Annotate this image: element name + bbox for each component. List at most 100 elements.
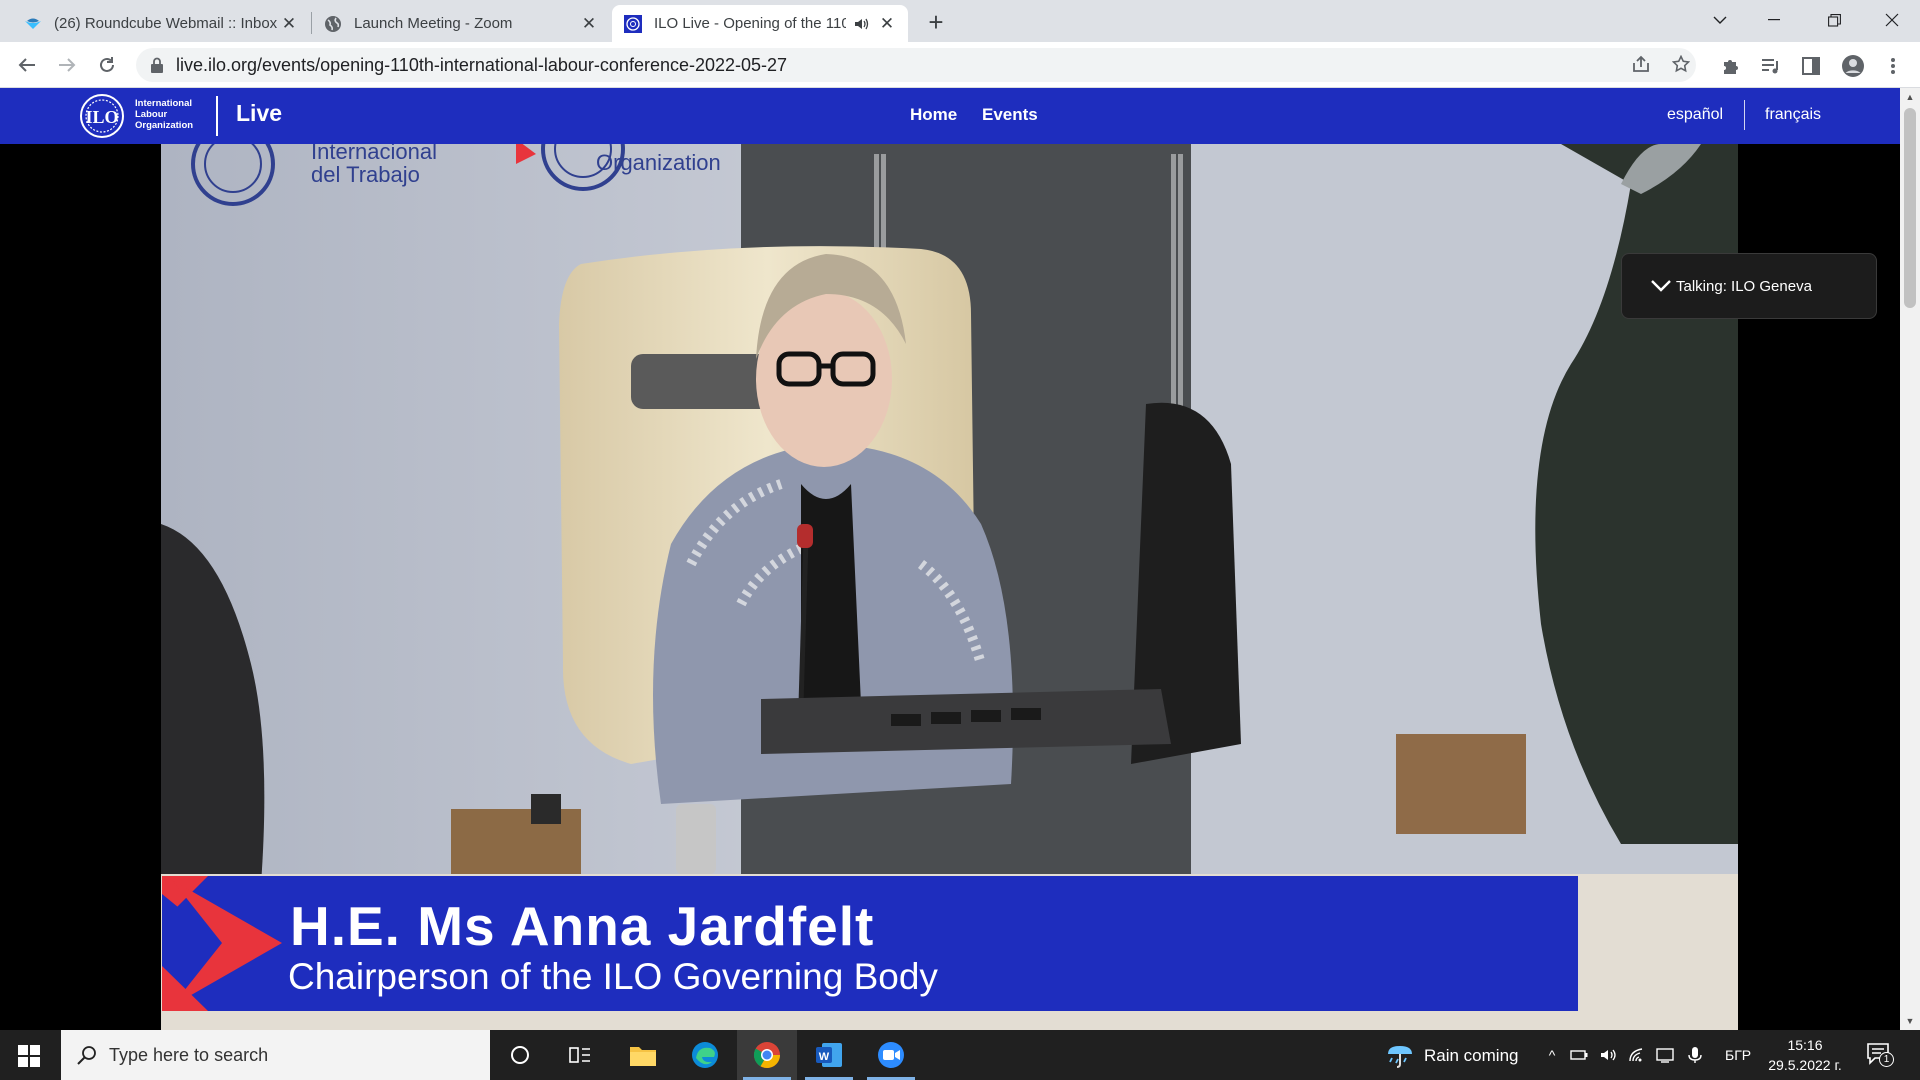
tab-title: (26) Roundcube Webmail :: Inbox	[54, 15, 278, 32]
notification-badge: 1	[1879, 1052, 1894, 1067]
media-control-button[interactable]	[1758, 54, 1784, 78]
edge-icon	[692, 1042, 718, 1068]
puzzle-icon	[1724, 60, 1738, 74]
system-clock[interactable]: 15:16 29.5.2022 г.	[1755, 1035, 1855, 1075]
site-header: ILO International Labour Organization Li…	[0, 88, 1900, 144]
speaker-role: Chairperson of the ILO Governing Body	[288, 956, 938, 997]
search-icon	[77, 1046, 96, 1065]
share-button[interactable]	[1626, 49, 1656, 79]
tab-title: ILO Live - Opening of the 110th Internat…	[654, 15, 846, 32]
backdrop-text-2: del Trabajo	[311, 162, 420, 187]
wifi-icon[interactable]	[1628, 1046, 1646, 1064]
lang-espanol[interactable]: español	[1667, 106, 1723, 124]
arrow-right-icon	[59, 58, 76, 72]
search-placeholder: Type here to search	[109, 1044, 269, 1065]
brand-live[interactable]: Live	[236, 100, 282, 127]
svg-text:ILO: ILO	[85, 107, 118, 127]
browser-toolbar: live.ilo.org/events/opening-110th-intern…	[0, 42, 1920, 88]
lang-divider	[1744, 100, 1745, 130]
new-tab-button[interactable]: +	[922, 7, 950, 37]
talking-indicator[interactable]: Talking: ILO Geneva	[1621, 253, 1877, 319]
chevron-down-icon	[1713, 16, 1727, 24]
ilo-logo[interactable]: ILO	[76, 93, 128, 139]
minimize-button[interactable]	[1746, 0, 1802, 40]
roundcube-icon	[25, 18, 41, 29]
input-language[interactable]: БГР	[1725, 1047, 1751, 1063]
chrome-button[interactable]	[737, 1030, 797, 1080]
url-text: live.ilo.org/events/opening-110th-intern…	[176, 54, 788, 75]
profile-button[interactable]	[1840, 54, 1866, 78]
header-divider	[216, 96, 218, 136]
scrollbar-thumb[interactable]	[1904, 108, 1916, 308]
side-panel-button[interactable]	[1798, 54, 1824, 78]
speaker-name: H.E. Ms Anna Jardfelt	[290, 895, 875, 957]
chevron-up-icon[interactable]: ^	[1543, 1046, 1561, 1064]
word-button[interactable]: W	[799, 1030, 859, 1080]
notifications-button[interactable]: 1	[1866, 1042, 1896, 1070]
taskbar-search[interactable]: Type here to search	[61, 1030, 490, 1080]
chrome-icon	[753, 1042, 781, 1069]
close-icon[interactable]: ✕	[580, 14, 598, 33]
edge-button[interactable]	[675, 1030, 735, 1080]
nav-home[interactable]: Home	[910, 105, 957, 125]
zoom-button[interactable]	[861, 1030, 921, 1080]
ilo-favicon	[624, 14, 642, 33]
volume-icon[interactable]	[1600, 1046, 1618, 1064]
media-queue-icon	[1762, 59, 1778, 74]
word-icon: W	[816, 1043, 842, 1067]
reload-icon	[100, 57, 114, 72]
tab-ilo-live[interactable]: ILO Live - Opening of the 110th Internat…	[612, 5, 908, 42]
arrow-left-icon	[18, 58, 35, 72]
minimize-icon	[1768, 19, 1780, 21]
address-bar[interactable]: live.ilo.org/events/opening-110th-intern…	[136, 48, 1696, 82]
scroll-down-icon[interactable]: ▼	[1900, 1012, 1920, 1030]
extensions-button[interactable]	[1718, 54, 1744, 78]
star-icon	[1672, 55, 1690, 73]
zoom-icon	[878, 1042, 904, 1068]
scroll-up-icon[interactable]: ▲	[1900, 88, 1920, 106]
kebab-menu-icon	[1891, 58, 1895, 74]
back-button[interactable]	[12, 50, 42, 80]
weather-rain-icon[interactable]	[1384, 1042, 1416, 1068]
close-icon[interactable]: ✕	[280, 14, 298, 33]
globe-icon	[325, 15, 341, 32]
restore-button[interactable]	[1806, 0, 1862, 40]
microphone-icon[interactable]	[1686, 1046, 1704, 1064]
avatar-icon	[1842, 55, 1864, 77]
side-panel-icon	[1802, 57, 1820, 75]
chevron-down-icon	[1651, 280, 1671, 292]
task-view-button[interactable]	[550, 1030, 610, 1080]
nav-events[interactable]: Events	[982, 105, 1038, 125]
backdrop-text-1: Internacional	[311, 144, 437, 164]
tab-search-button[interactable]	[1692, 0, 1748, 40]
clock-time: 15:16	[1787, 1037, 1823, 1053]
bookmark-button[interactable]	[1666, 49, 1696, 79]
lang-francais[interactable]: français	[1765, 106, 1821, 124]
speaker-lower-third: H.E. Ms Anna Jardfelt Chairperson of the…	[162, 876, 1578, 1011]
backdrop-text-3: Organization	[596, 150, 721, 175]
cortana-icon	[511, 1046, 529, 1064]
clock-date: 29.5.2022 г.	[1768, 1057, 1842, 1073]
page-scrollbar[interactable]: ▲ ▼	[1900, 88, 1920, 1030]
talking-text: Talking: ILO Geneva	[1676, 277, 1812, 295]
reload-button[interactable]	[92, 50, 122, 80]
speaker-icon[interactable]	[854, 17, 870, 31]
battery-icon[interactable]	[1570, 1046, 1588, 1064]
weather-text[interactable]: Rain coming	[1424, 1046, 1519, 1066]
restore-icon	[1827, 13, 1841, 27]
windows-start-icon[interactable]	[18, 1045, 40, 1067]
forward-button[interactable]	[52, 50, 82, 80]
tab-roundcube[interactable]: (26) Roundcube Webmail :: Inbox ✕	[12, 5, 310, 42]
menu-button[interactable]	[1880, 54, 1906, 78]
org-name: International Labour Organization	[135, 98, 194, 131]
display-icon[interactable]	[1656, 1046, 1674, 1064]
file-explorer-button[interactable]	[613, 1030, 673, 1080]
close-icon[interactable]: ✕	[878, 14, 896, 33]
tab-zoom[interactable]: Launch Meeting - Zoom ✕	[312, 5, 610, 42]
ilo-chevron-mark	[162, 876, 282, 1011]
lock-icon[interactable]	[150, 57, 164, 73]
close-window-button[interactable]	[1864, 0, 1920, 40]
task-view-icon	[569, 1047, 590, 1063]
cortana-button[interactable]	[490, 1030, 550, 1080]
folder-icon	[630, 1047, 656, 1066]
